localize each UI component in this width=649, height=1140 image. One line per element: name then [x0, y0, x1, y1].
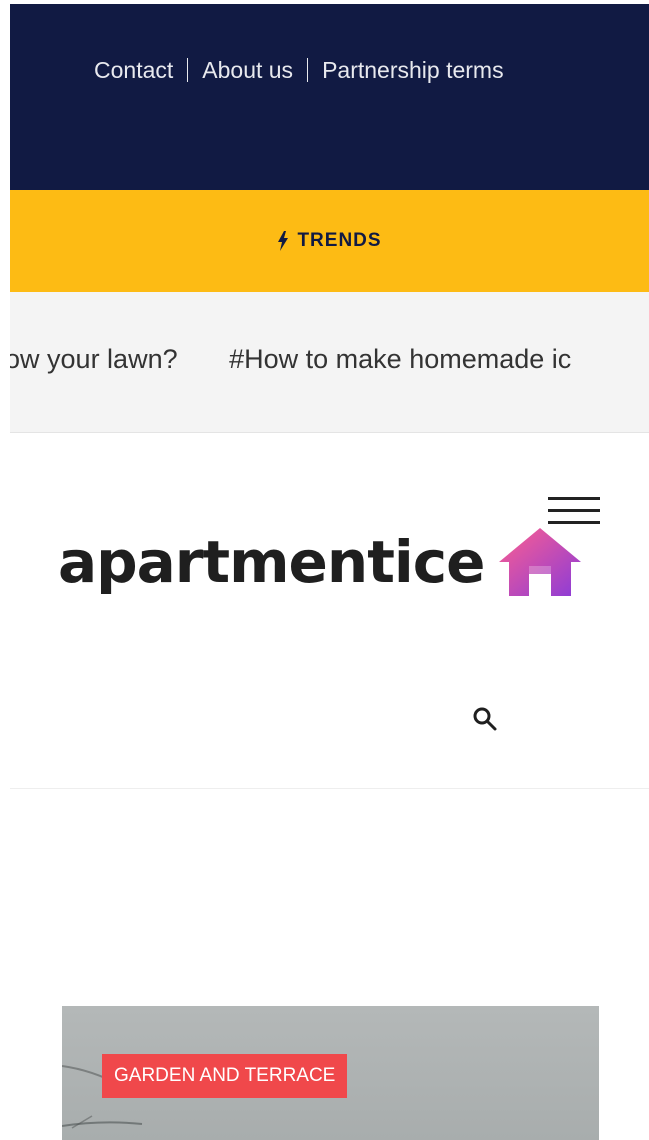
partnership-terms-link[interactable]: Partnership terms	[322, 57, 504, 84]
left-margin	[0, 0, 10, 1140]
header-divider	[10, 788, 649, 789]
ticker-track: now your lawn? #How to make homemade ic	[10, 344, 615, 375]
ticker-item[interactable]: #How to make homemade ic	[229, 344, 571, 374]
ticker-item[interactable]: now your lawn?	[10, 344, 178, 374]
trends-label: TRENDS	[297, 230, 382, 251]
contact-link[interactable]: Contact	[94, 57, 173, 84]
logo-text: apartmentice	[58, 527, 486, 596]
link-separator	[307, 58, 309, 82]
trending-ticker: now your lawn? #How to make homemade ic	[10, 292, 649, 433]
category-badge[interactable]: GARDEN AND TERRACE	[102, 1054, 348, 1098]
top-links: Contact About us Partnership terms	[94, 52, 504, 88]
lightning-icon	[277, 231, 289, 251]
link-separator	[187, 58, 189, 82]
house-icon	[497, 526, 583, 603]
menu-line	[548, 509, 600, 512]
site-logo[interactable]: apartmentice	[58, 520, 583, 603]
menu-line	[548, 497, 600, 500]
search-icon[interactable]	[472, 706, 498, 732]
trends-bar: TRENDS	[10, 190, 649, 292]
about-us-link[interactable]: About us	[202, 57, 293, 84]
trends-label-group: TRENDS	[277, 230, 381, 252]
featured-article-image[interactable]: GARDEN AND TERRACE	[62, 1006, 599, 1140]
top-navigation-bar: Contact About us Partnership terms	[10, 4, 649, 190]
